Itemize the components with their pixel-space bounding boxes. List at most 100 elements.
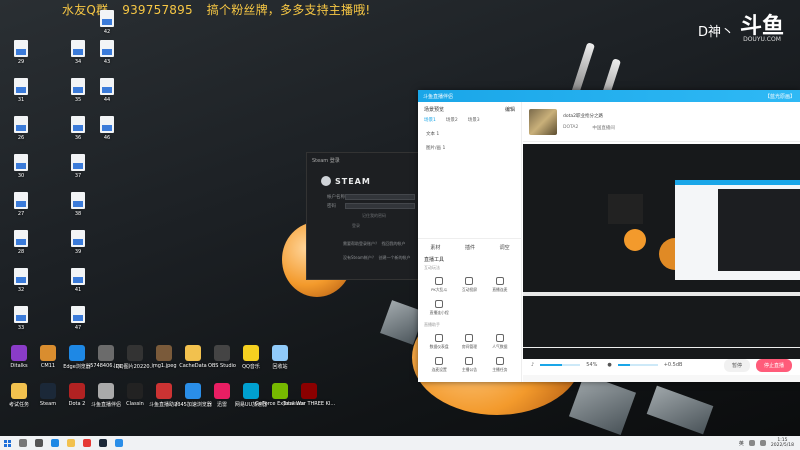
volume-tray-icon[interactable] (759, 440, 766, 446)
source-tool-button[interactable]: 插件 (465, 244, 475, 251)
desktop-app[interactable]: 回收站 (265, 345, 295, 370)
pause-button[interactable]: 暂停 (723, 358, 750, 372)
document-icon (71, 306, 85, 323)
desktop-file[interactable]: 27 (6, 192, 36, 217)
desktop-app[interactable]: QQ音乐 (236, 345, 266, 370)
password-input[interactable] (345, 203, 415, 209)
source-item[interactable]: 文本 1 (418, 125, 521, 139)
tool-button[interactable]: 主播公告 (454, 357, 484, 373)
desktop-app[interactable]: Edge浏览器 (62, 345, 92, 370)
stream-preview (523, 144, 800, 359)
tool-button[interactable]: 连麦设置 (424, 357, 454, 373)
desktop-file[interactable]: 28 (6, 230, 36, 255)
desktop-file[interactable]: 47 (63, 306, 93, 331)
network-icon[interactable] (748, 440, 755, 446)
source-tool-button[interactable]: 素材 (430, 244, 440, 251)
document-icon (14, 116, 28, 133)
ime-indicator[interactable]: 英 (739, 440, 744, 447)
mic-slider[interactable] (617, 364, 658, 366)
desktop-app[interactable]: Dota 2 (62, 383, 92, 407)
douyu-domain: DOUYU.COM (743, 36, 781, 43)
scene-edit-button[interactable]: 编辑 (505, 106, 515, 113)
desktop-file[interactable]: 29 (6, 40, 36, 65)
steam-login-window[interactable]: Steam 登录 STEAM 帐户名称 密码 记住我的密码 登录 需要帮助登录账… (306, 152, 421, 280)
desktop-file[interactable]: 33 (6, 306, 36, 331)
desktop-file[interactable]: 42 (92, 10, 122, 35)
task-view-icon[interactable] (35, 439, 43, 447)
desktop-file[interactable]: 26 (6, 116, 36, 141)
desktop-app[interactable]: Classin (120, 383, 150, 407)
document-icon (71, 268, 85, 285)
desktop-app[interactable]: 斗鱼直播伴侣 (91, 383, 121, 408)
tool-button[interactable]: 房间管理 (454, 334, 484, 350)
room-game[interactable]: DOTA2 (563, 125, 578, 131)
interactive-subtitle: 互动玩法 (424, 265, 440, 270)
scene-tab[interactable]: 场景1 (424, 117, 436, 123)
desktop-file[interactable]: 41 (63, 268, 93, 293)
live-companion-taskbar-icon[interactable] (115, 439, 123, 447)
tool-button[interactable]: 直播连小程 (424, 300, 454, 316)
recover-account-link[interactable]: 找回我的帐户 (382, 241, 406, 246)
account-input[interactable] (345, 194, 415, 200)
tool-button[interactable]: 人气数据 (485, 334, 515, 350)
desktop-file[interactable]: 31 (6, 78, 36, 103)
desktop-app-label: 迅雷 (216, 402, 227, 408)
desktop-file[interactable]: 35 (63, 78, 93, 103)
source-tool-button[interactable]: 调空 (500, 244, 510, 251)
desktop-app[interactable]: Ditalks (4, 345, 34, 369)
volume-slider[interactable] (540, 364, 581, 366)
scene-tab[interactable]: 场景3 (468, 117, 480, 123)
search-icon[interactable] (19, 439, 27, 447)
app-icon (156, 383, 172, 399)
windows-start-icon[interactable] (4, 439, 11, 447)
desktop-app[interactable]: 考试任务 (4, 383, 34, 408)
volume-icon[interactable]: ♪ (531, 362, 534, 368)
desktop-app[interactable]: 迅雷 (207, 383, 237, 408)
live-titlebar[interactable]: 斗鱼直播伴侣 【蓝光原画】 (418, 90, 800, 102)
live-companion-window[interactable]: 斗鱼直播伴侣 【蓝光原画】 场景预览 编辑 场景1 场景2 场景3 文本 1 图片/画… (418, 90, 800, 382)
room-cover[interactable] (529, 108, 557, 135)
desktop-file-label: 43 (103, 59, 111, 65)
remember-password-checkbox[interactable]: 记住我的密码 (362, 213, 420, 219)
desktop-app[interactable]: CacheData (178, 345, 208, 369)
wallpaper-ice (646, 385, 714, 435)
desktop-app[interactable]: img1.jpeg (149, 345, 179, 369)
tool-button[interactable]: 互动投屏 (454, 277, 484, 293)
tool-button[interactable]: PK大乱斗 (424, 277, 454, 293)
stop-live-button[interactable]: 停止直播 (755, 358, 792, 372)
app-icon (127, 345, 143, 361)
desktop-app[interactable]: Steam (33, 383, 63, 407)
desktop-app[interactable]: CM11 (33, 345, 63, 369)
create-account-link[interactable]: 创建一个新的帐户 (378, 255, 410, 260)
desktop-file[interactable]: 39 (63, 230, 93, 255)
login-button[interactable]: 登录 (352, 223, 420, 229)
desktop-app[interactable]: 2345加速浏览器 (174, 383, 212, 408)
desktop-file[interactable]: 32 (6, 268, 36, 293)
desktop-file[interactable]: 36 (63, 116, 93, 141)
live-quality[interactable]: 【蓝光原画】 (765, 93, 795, 100)
tool-button[interactable]: 数据仪表盘 (424, 334, 454, 350)
explorer-icon[interactable] (67, 439, 75, 447)
desktop-file[interactable]: 44 (92, 78, 122, 103)
desktop-file[interactable]: 30 (6, 154, 36, 179)
tool-button[interactable]: 主播任务 (485, 357, 515, 373)
app-icon[interactable] (83, 439, 91, 447)
document-icon (100, 10, 114, 27)
desktop-app[interactable]: QQ图片20220... (116, 345, 154, 370)
source-item[interactable]: 图片/画 1 (418, 139, 521, 153)
desktop-file[interactable]: 38 (63, 192, 93, 217)
desktop-file[interactable]: 37 (63, 154, 93, 179)
desktop-file[interactable]: 43 (92, 40, 122, 65)
desktop-app[interactable]: OBS Studio (207, 345, 237, 369)
room-title[interactable]: dota2职业抢分之路 (563, 113, 615, 119)
mic-icon[interactable]: ● (607, 362, 611, 368)
clock[interactable]: 1:15 2022/5/18 (771, 438, 794, 448)
scene-tab[interactable]: 场景2 (446, 117, 458, 123)
tool-button[interactable]: 直播连麦 (485, 277, 515, 293)
desktop-file[interactable]: 34 (63, 40, 93, 65)
steam-taskbar-icon[interactable] (99, 439, 107, 447)
edge-icon[interactable] (51, 439, 59, 447)
desktop-file[interactable]: 46 (92, 116, 122, 141)
app-icon (214, 345, 230, 361)
desktop-app[interactable]: Total War THREE KI... (283, 383, 335, 407)
